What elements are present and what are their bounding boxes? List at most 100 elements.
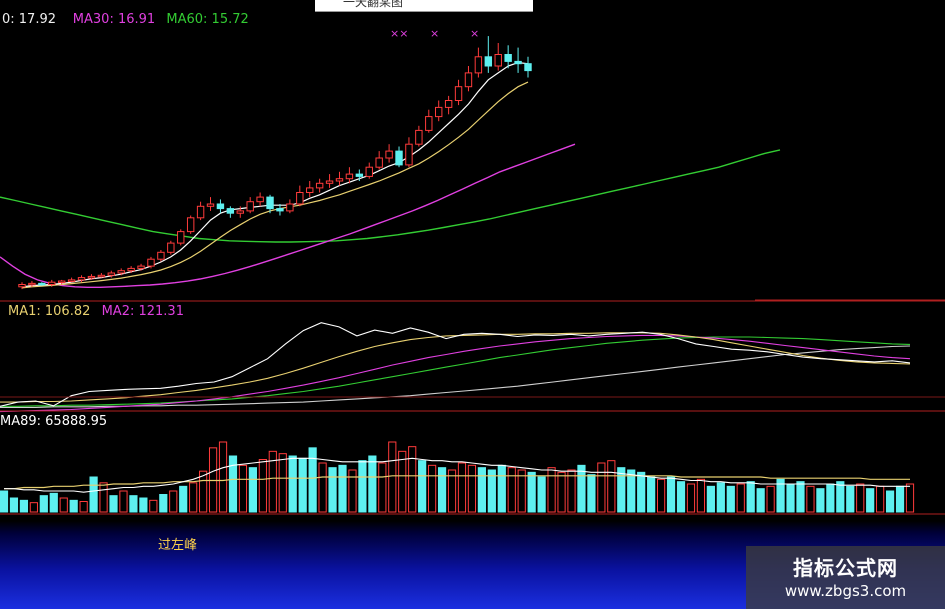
ma30-line	[0, 143, 576, 288]
volume-bar	[746, 481, 755, 513]
volume-bar	[19, 499, 29, 513]
candle-body	[325, 180, 334, 184]
volume-bar	[895, 485, 905, 513]
volume-bar	[328, 467, 337, 513]
volume-bar	[199, 470, 208, 513]
volume-bar	[358, 460, 367, 513]
volume-bar	[79, 501, 88, 513]
volume-bar	[866, 488, 875, 513]
volume-bar	[159, 494, 168, 513]
volume-bar	[39, 495, 48, 513]
volume-bar	[766, 485, 775, 513]
volume-bar	[288, 455, 297, 513]
volume-bar	[537, 476, 546, 513]
candle-body	[236, 210, 244, 214]
volume-bar	[298, 457, 307, 513]
candle-body	[355, 173, 364, 177]
volume-bar	[398, 450, 407, 513]
candle-body	[256, 196, 264, 203]
candle-body	[87, 275, 96, 279]
volume-bar	[418, 460, 427, 513]
volume-bar	[497, 464, 506, 513]
volume-panel	[0, 441, 915, 513]
volume-legend-0: MA89: 65888.95	[0, 414, 108, 429]
volume-bar	[607, 460, 616, 513]
volume-bar	[388, 441, 397, 513]
candle-body	[226, 208, 235, 214]
candle-body	[28, 282, 36, 286]
candle-body	[137, 265, 145, 269]
price-marker-2: ×	[470, 27, 480, 40]
volume-bar	[368, 455, 377, 513]
volume-bar	[318, 462, 327, 513]
volume-bar	[756, 488, 765, 513]
candle-body	[395, 150, 403, 166]
ma5-line	[21, 61, 529, 288]
volume-bar	[0, 490, 9, 513]
indicator-legend-0: MA1: 106.82	[8, 304, 91, 319]
volume-bar	[338, 464, 347, 513]
volume-bar	[706, 485, 715, 513]
volume-bar	[139, 497, 148, 513]
volume-bar	[248, 467, 258, 513]
volume-bar	[258, 459, 267, 513]
watermark-title: 指标公式网	[793, 556, 898, 580]
volume-bar	[9, 497, 19, 513]
volume-bar	[637, 471, 646, 513]
candle-body	[67, 279, 76, 282]
candle-body	[504, 54, 512, 62]
volume-bar	[736, 483, 745, 513]
ma10-line	[21, 81, 529, 289]
candle-body	[97, 274, 106, 278]
volume-bar	[577, 464, 586, 513]
candle-body	[464, 72, 473, 88]
signal-label: 过左峰	[158, 538, 198, 553]
volume-bar	[29, 502, 38, 513]
volume-bar	[59, 497, 68, 513]
candle-body	[524, 63, 532, 72]
volume-bar	[796, 481, 805, 513]
candle-body	[365, 166, 373, 177]
volume-bar	[348, 469, 357, 513]
volume-bar	[189, 482, 198, 513]
volume-bar	[876, 485, 885, 513]
candle-body	[405, 143, 413, 166]
candle-body	[435, 106, 443, 118]
candle-body	[474, 56, 483, 74]
volume-bar	[228, 455, 238, 513]
volume-bar	[49, 492, 58, 513]
volume-bar	[238, 464, 248, 513]
candle-body	[246, 201, 254, 212]
price-legend-1: MA30: 16.91	[72, 12, 156, 27]
volume-bar	[437, 467, 447, 513]
candle-body	[206, 203, 215, 207]
candle-body	[315, 182, 324, 189]
price-marker-1: ×	[430, 27, 440, 40]
ma60-line	[0, 149, 781, 243]
volume-bar	[467, 464, 477, 513]
volume-bar	[179, 485, 188, 513]
volume-bar	[696, 478, 706, 513]
candle-body	[18, 284, 26, 288]
volume-bar	[278, 453, 287, 513]
volume-bar	[378, 462, 387, 513]
volume-bar	[99, 482, 108, 513]
volume-bar	[477, 467, 486, 513]
volume-bar	[905, 483, 915, 513]
volume-bar	[816, 488, 825, 513]
candle-body	[454, 86, 463, 101]
volume-bar	[218, 441, 228, 513]
watermark-url: www.zbgs3.com	[784, 582, 907, 600]
volume-bar	[716, 482, 725, 513]
candle-body	[167, 242, 175, 253]
volume-bar	[885, 490, 895, 513]
volume-bar	[656, 478, 666, 513]
candle-body	[196, 205, 205, 219]
volume-bar	[786, 483, 795, 513]
candle-body	[415, 129, 423, 145]
candle-body	[425, 116, 433, 131]
indicator-ma2-line	[0, 334, 911, 413]
volume-bar	[597, 462, 606, 513]
candle-body	[345, 173, 354, 180]
price-marker-0: ××	[390, 27, 409, 40]
